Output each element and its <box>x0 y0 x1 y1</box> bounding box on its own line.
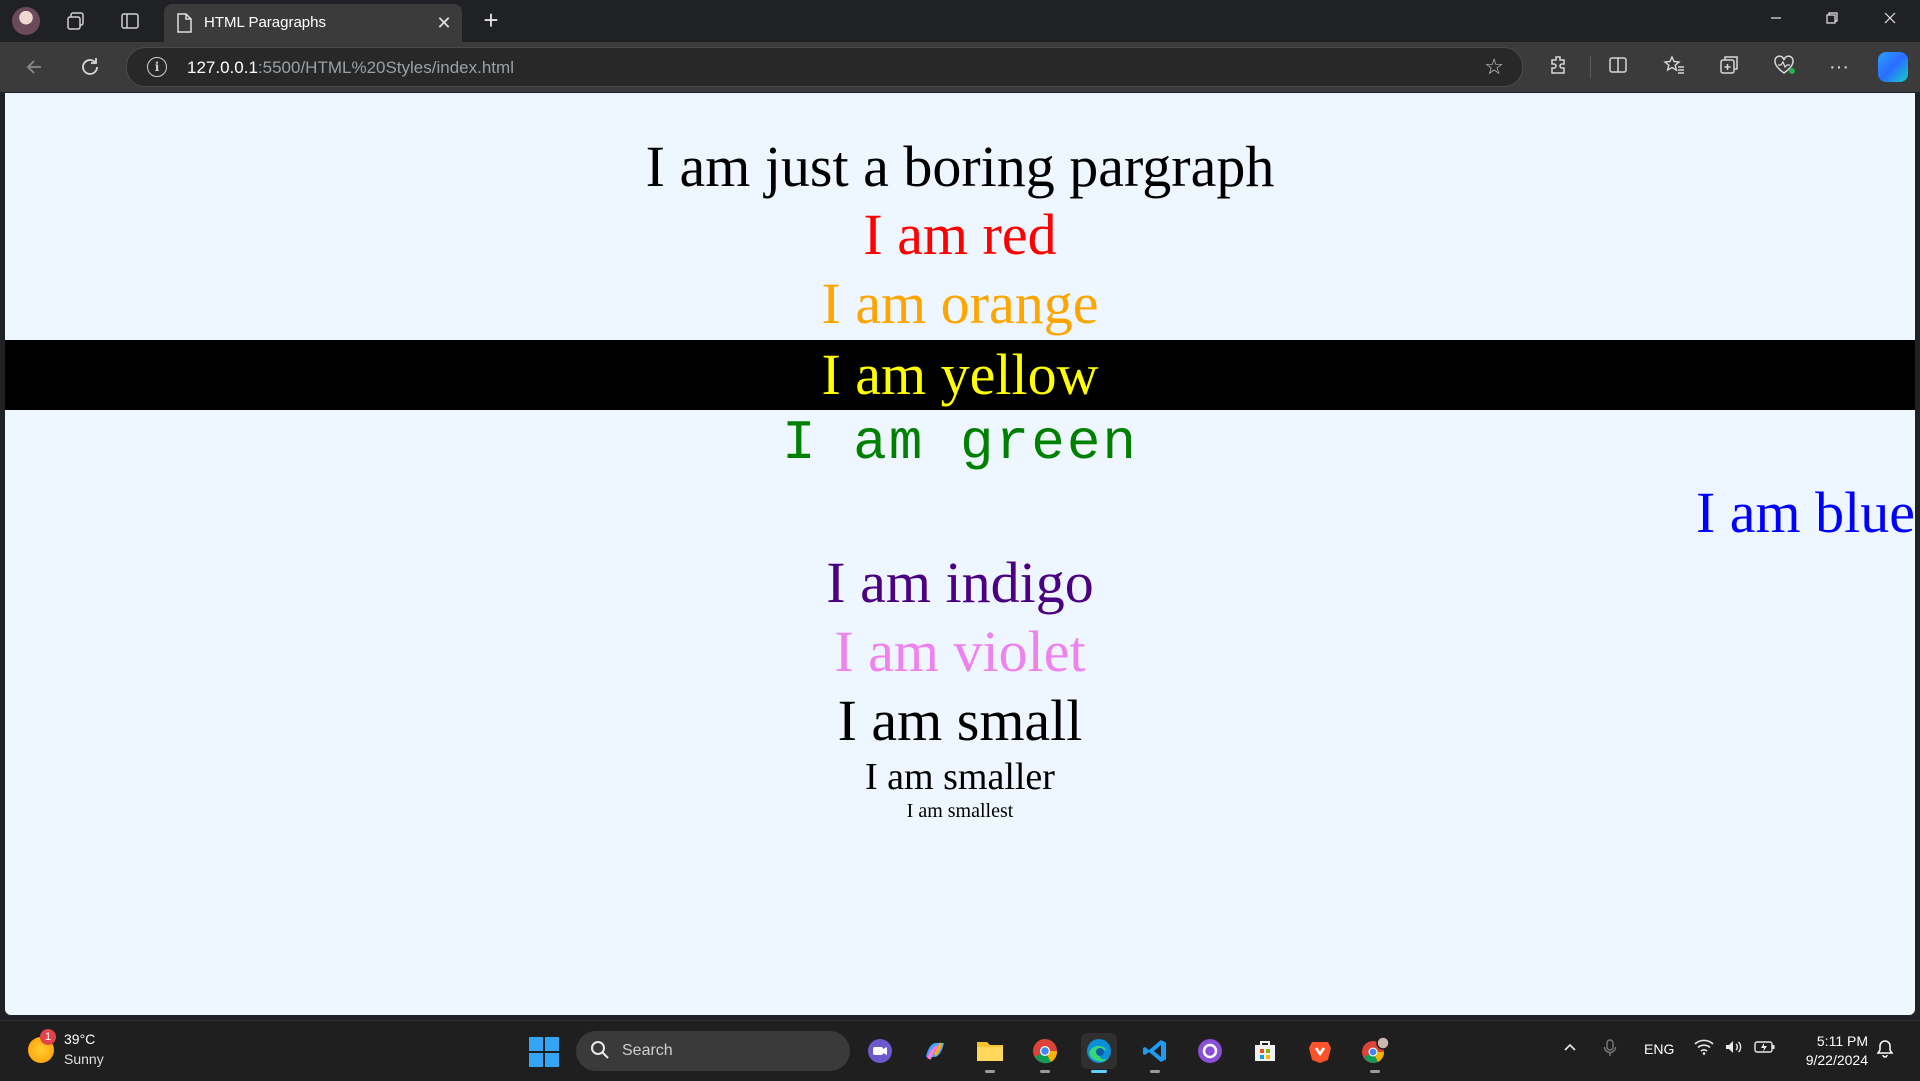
edge-icon[interactable] <box>1081 1033 1117 1073</box>
brave-icon[interactable] <box>1302 1033 1338 1069</box>
running-indicator <box>1150 1070 1160 1073</box>
running-indicator <box>1040 1070 1050 1073</box>
profile-avatar[interactable] <box>12 7 40 35</box>
github-desktop-icon[interactable] <box>1192 1033 1228 1069</box>
search-icon <box>590 1040 610 1066</box>
close-window-button[interactable] <box>1870 8 1910 34</box>
collections-icon[interactable] <box>1716 54 1742 80</box>
paragraph-green: I am green <box>781 411 1139 475</box>
copilot-app-icon[interactable] <box>917 1033 953 1069</box>
weather-temperature[interactable]: 39°C <box>64 1031 95 1047</box>
paragraph-boring: I am just a boring pargraph <box>645 134 1275 199</box>
search-placeholder: Search <box>622 1042 673 1059</box>
refresh-button[interactable] <box>76 53 104 81</box>
show-hidden-icons[interactable] <box>1562 1039 1578 1060</box>
running-indicator <box>985 1070 995 1073</box>
copilot-icon[interactable] <box>1878 52 1908 82</box>
new-tab-button[interactable]: + <box>478 7 504 34</box>
vertical-tabs-icon[interactable] <box>118 9 142 33</box>
chrome-icon[interactable] <box>1027 1033 1063 1073</box>
site-info-icon[interactable]: i <box>147 57 167 77</box>
minimize-button[interactable] <box>1756 8 1796 34</box>
meet-app-icon[interactable] <box>862 1033 898 1069</box>
favorites-icon[interactable] <box>1661 54 1687 80</box>
paragraph-yellow: I am yellow <box>821 342 1099 407</box>
tab-html-paragraphs[interactable]: HTML Paragraphs ✕ <box>164 4 462 42</box>
back-button[interactable] <box>20 53 48 81</box>
microsoft-store-icon[interactable] <box>1247 1033 1283 1069</box>
chrome-profile-icon[interactable] <box>1357 1033 1393 1073</box>
more-options-icon[interactable]: ··· <box>1826 54 1852 80</box>
weather-description[interactable]: Sunny <box>64 1051 104 1067</box>
clock-date[interactable]: 9/22/2024 <box>1806 1052 1868 1068</box>
taskbar: 1 39°C Sunny Search ENG 5:11 PM 9/22/202… <box>0 1020 1920 1081</box>
paragraph-red: I am red <box>863 202 1057 267</box>
paragraph-indigo: I am indigo <box>826 550 1094 615</box>
battery-icon[interactable] <box>1754 1039 1776 1060</box>
extensions-icon[interactable] <box>1546 54 1572 80</box>
paragraph-blue: I am blue <box>1695 480 1915 545</box>
paragraph-smaller: I am smaller <box>865 756 1055 798</box>
tab-title: HTML Paragraphs <box>204 14 326 31</box>
navigation-bar: i 127.0.0.1:5500/HTML%20Styles/index.htm… <box>0 42 1920 92</box>
start-button[interactable] <box>529 1037 559 1067</box>
paragraph-smallest: I am smallest <box>906 800 1014 822</box>
clock-time[interactable]: 5:11 PM <box>1817 1033 1868 1049</box>
active-indicator <box>1091 1070 1107 1073</box>
file-explorer-icon[interactable] <box>972 1033 1008 1073</box>
browser-essentials-icon[interactable] <box>1771 54 1797 80</box>
url-text[interactable]: 127.0.0.1:5500/HTML%20Styles/index.html <box>187 58 514 78</box>
page-icon <box>176 13 194 33</box>
taskbar-search[interactable]: Search <box>576 1031 850 1071</box>
paragraph-violet: I am violet <box>834 619 1086 684</box>
paragraph-small: I am small <box>837 688 1083 753</box>
volume-icon[interactable] <box>1724 1039 1744 1060</box>
vscode-icon[interactable] <box>1137 1033 1173 1073</box>
restore-button[interactable] <box>1812 8 1852 34</box>
browser-titlebar: HTML Paragraphs ✕ + <box>0 0 1920 42</box>
address-bar[interactable]: i 127.0.0.1:5500/HTML%20Styles/index.htm… <box>126 47 1523 87</box>
microphone-icon[interactable] <box>1603 1039 1617 1062</box>
favorite-star-icon[interactable]: ☆ <box>1484 54 1504 80</box>
toolbar-divider <box>1590 56 1591 78</box>
weather-badge: 1 <box>40 1029 56 1045</box>
page-viewport: I am just a boring pargraph I am red I a… <box>5 93 1915 1015</box>
language-indicator[interactable]: ENG <box>1644 1041 1674 1057</box>
split-screen-icon[interactable] <box>1605 54 1631 80</box>
wifi-icon[interactable] <box>1694 1039 1714 1060</box>
running-indicator <box>1370 1070 1380 1073</box>
paragraph-orange: I am orange <box>821 271 1099 336</box>
notifications-bell-icon[interactable] <box>1876 1039 1894 1064</box>
workspaces-icon[interactable] <box>64 9 88 33</box>
tab-close-icon[interactable]: ✕ <box>432 11 456 35</box>
